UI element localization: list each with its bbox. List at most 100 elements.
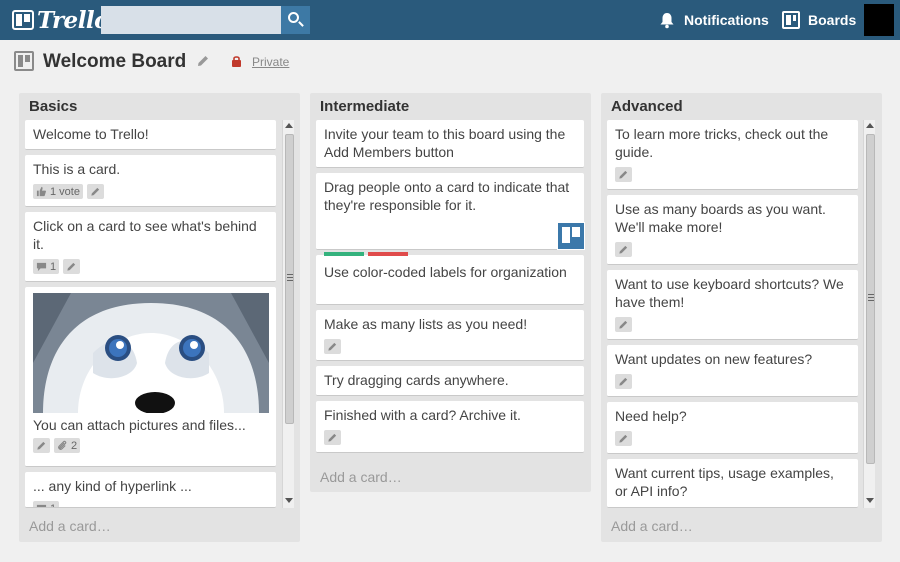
comments-count: 1 bbox=[50, 503, 56, 508]
boards-button[interactable]: Boards bbox=[782, 10, 856, 30]
search-input[interactable] bbox=[101, 6, 281, 34]
card[interactable]: Need help? bbox=[607, 402, 858, 454]
scroll-down-arrow[interactable] bbox=[285, 498, 293, 503]
votes-count: 1 vote bbox=[50, 185, 80, 198]
list-advanced: Advanced To learn more tricks, check out… bbox=[601, 93, 882, 542]
comment-icon bbox=[36, 261, 47, 272]
edit-badge[interactable] bbox=[324, 339, 341, 354]
comments-count: 1 bbox=[50, 260, 57, 273]
pencil-icon bbox=[618, 433, 629, 444]
husky-image bbox=[33, 293, 269, 413]
edit-badge[interactable] bbox=[86, 184, 104, 199]
paperclip-icon bbox=[57, 440, 68, 451]
pencil-icon bbox=[618, 169, 629, 180]
trello-logo-icon bbox=[12, 10, 34, 30]
notifications-label: Notifications bbox=[684, 12, 769, 28]
card[interactable]: You can attach pictures and files... 2 bbox=[25, 287, 276, 467]
privacy-link[interactable]: Private bbox=[252, 55, 289, 69]
lock-icon bbox=[232, 56, 241, 67]
search-icon bbox=[288, 12, 299, 23]
scroll-down-arrow[interactable] bbox=[866, 498, 874, 503]
pencil-icon[interactable] bbox=[196, 54, 210, 68]
card-title: Use as many boards as you want. We'll ma… bbox=[615, 201, 826, 235]
votes-badge: 1 vote bbox=[33, 184, 83, 199]
edit-badge[interactable] bbox=[324, 430, 341, 445]
card[interactable]: ... any kind of hyperlink ... 1 bbox=[25, 472, 276, 508]
edit-badge[interactable] bbox=[33, 438, 50, 453]
board-icon bbox=[14, 51, 34, 71]
card[interactable]: Finished with a card? Archive it. bbox=[316, 401, 584, 453]
comment-icon bbox=[36, 503, 47, 508]
scroll-up-arrow[interactable] bbox=[285, 123, 293, 128]
card-title: Make as many lists as you need! bbox=[324, 316, 528, 332]
boards-icon bbox=[782, 11, 800, 29]
add-card-button[interactable]: Add a card… bbox=[320, 469, 402, 485]
edit-badge[interactable] bbox=[615, 167, 632, 182]
scroll-up-arrow[interactable] bbox=[866, 123, 874, 128]
pencil-icon bbox=[618, 376, 629, 387]
card-title: Need help? bbox=[615, 408, 687, 424]
card-title: ... any kind of hyperlink ... bbox=[33, 478, 192, 494]
card[interactable]: Use as many boards as you want. We'll ma… bbox=[607, 195, 858, 265]
list-basics: Basics Welcome to Trello! This is a card… bbox=[19, 93, 300, 542]
trello-avatar-icon bbox=[562, 227, 570, 243]
card-title: This is a card. bbox=[33, 161, 121, 177]
card-title: Drag people onto a card to indicate that… bbox=[324, 179, 570, 213]
list-title[interactable]: Advanced bbox=[611, 98, 683, 115]
card[interactable]: Want current tips, usage examples, or AP… bbox=[607, 459, 858, 508]
trello-logo[interactable]: Trello bbox=[12, 6, 110, 34]
add-card-button[interactable]: Add a card… bbox=[29, 518, 111, 534]
bell-icon bbox=[660, 13, 674, 29]
comments-badge: 1 bbox=[33, 501, 60, 508]
card-title: You can attach pictures and files... bbox=[33, 417, 246, 433]
member-avatar[interactable] bbox=[557, 222, 585, 250]
avatar[interactable] bbox=[864, 4, 894, 36]
logo-text: Trello bbox=[37, 6, 110, 34]
card[interactable]: Make as many lists as you need! bbox=[316, 310, 584, 361]
add-card-button[interactable]: Add a card… bbox=[611, 518, 693, 534]
card-title: Invite your team to this board using the… bbox=[324, 126, 566, 160]
pencil-icon bbox=[66, 261, 77, 272]
pencil-icon bbox=[36, 440, 47, 451]
attachments-count: 2 bbox=[71, 439, 78, 452]
scroll-thumb[interactable] bbox=[285, 134, 294, 424]
edit-badge[interactable] bbox=[615, 431, 632, 446]
pencil-icon bbox=[90, 186, 101, 197]
search-button[interactable] bbox=[281, 6, 310, 34]
comments-badge: 1 bbox=[33, 259, 60, 274]
pencil-icon bbox=[618, 244, 629, 255]
card[interactable]: Try dragging cards anywhere. bbox=[316, 366, 584, 396]
scrollbar[interactable] bbox=[282, 120, 294, 508]
boards-label: Boards bbox=[808, 12, 857, 28]
card[interactable]: This is a card. 1 vote bbox=[25, 155, 276, 207]
scrollbar[interactable] bbox=[863, 120, 875, 508]
scroll-thumb[interactable] bbox=[866, 134, 875, 464]
card-title: Try dragging cards anywhere. bbox=[324, 372, 509, 388]
card[interactable]: Click on a card to see what's behind it.… bbox=[25, 212, 276, 282]
card[interactable]: Want updates on new features? bbox=[607, 345, 858, 397]
card[interactable]: Use color-coded labels for organization bbox=[316, 252, 584, 305]
green-label bbox=[324, 252, 364, 256]
card[interactable]: Drag people onto a card to indicate that… bbox=[316, 173, 585, 250]
red-label bbox=[368, 252, 408, 256]
card[interactable]: Welcome to Trello! bbox=[25, 120, 276, 150]
board-title[interactable]: Welcome Board bbox=[43, 51, 186, 73]
card-title: To learn more tricks, check out the guid… bbox=[615, 126, 829, 160]
card[interactable]: Want to use keyboard shortcuts? We have … bbox=[607, 270, 858, 340]
attachments-badge: 2 bbox=[54, 438, 81, 453]
pencil-icon bbox=[618, 319, 629, 330]
top-header: Trello Notifications Boards bbox=[0, 0, 900, 40]
pencil-icon bbox=[327, 341, 338, 352]
edit-badge[interactable] bbox=[63, 259, 81, 274]
list-title[interactable]: Basics bbox=[29, 98, 77, 115]
card[interactable]: Invite your team to this board using the… bbox=[316, 120, 584, 168]
card-title: Welcome to Trello! bbox=[33, 126, 149, 142]
card-title: Want current tips, usage examples, or AP… bbox=[615, 465, 834, 499]
card-title: Want to use keyboard shortcuts? We have … bbox=[615, 276, 844, 310]
list-title[interactable]: Intermediate bbox=[320, 98, 409, 115]
edit-badge[interactable] bbox=[615, 317, 632, 332]
notifications-button[interactable]: Notifications bbox=[658, 10, 769, 30]
edit-badge[interactable] bbox=[615, 242, 632, 257]
edit-badge[interactable] bbox=[615, 374, 632, 389]
card[interactable]: To learn more tricks, check out the guid… bbox=[607, 120, 858, 190]
